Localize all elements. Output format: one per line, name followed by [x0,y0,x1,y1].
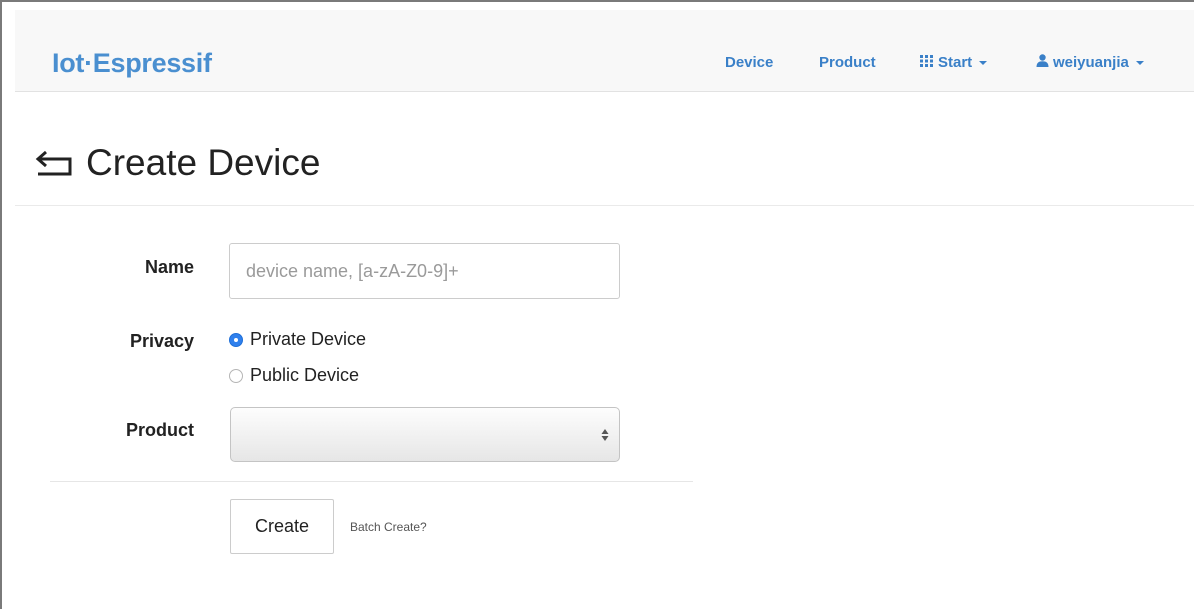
brand-logo[interactable]: Iot·Espressif [52,48,212,79]
user-icon [1036,54,1049,71]
name-label: Name [144,257,194,277]
nav-user-label: weiyuanjia [1053,54,1129,71]
create-button[interactable]: Create [230,499,334,554]
product-select[interactable] [230,407,620,462]
radio-public-device[interactable]: Public Device [229,365,359,386]
radio-private-device[interactable]: Private Device [229,329,366,350]
header-divider [15,205,1194,206]
page-header: Create Device [34,142,320,184]
page-title: Create Device [86,142,321,183]
radio-private-label: Private Device [250,329,367,349]
nav-start-label: Start [938,54,973,71]
app-window: Iot·Espressif Device Product Start weiyu… [0,0,1194,609]
nav-device-link[interactable]: Device [725,54,773,71]
nav-start-dropdown[interactable]: Start [920,54,988,71]
batch-create-link[interactable]: Batch Create? [350,520,427,534]
nav-user-dropdown[interactable]: weiyuanjia [1036,54,1144,71]
form-divider [50,481,693,482]
radio-checked-icon [229,332,243,347]
product-label: Product [125,420,194,440]
grid-icon [920,54,934,71]
privacy-label: Privacy [129,331,194,351]
chevron-down-icon [979,61,988,65]
device-name-input[interactable] [229,243,620,299]
radio-unchecked-icon [229,368,243,383]
nav-product-link[interactable]: Product [819,54,876,71]
back-arrow-icon[interactable] [34,148,74,178]
radio-public-label: Public Device [250,365,360,385]
chevron-down-icon [1135,61,1144,65]
select-arrows-icon [601,429,609,441]
top-navbar: Iot·Espressif [15,10,1194,92]
